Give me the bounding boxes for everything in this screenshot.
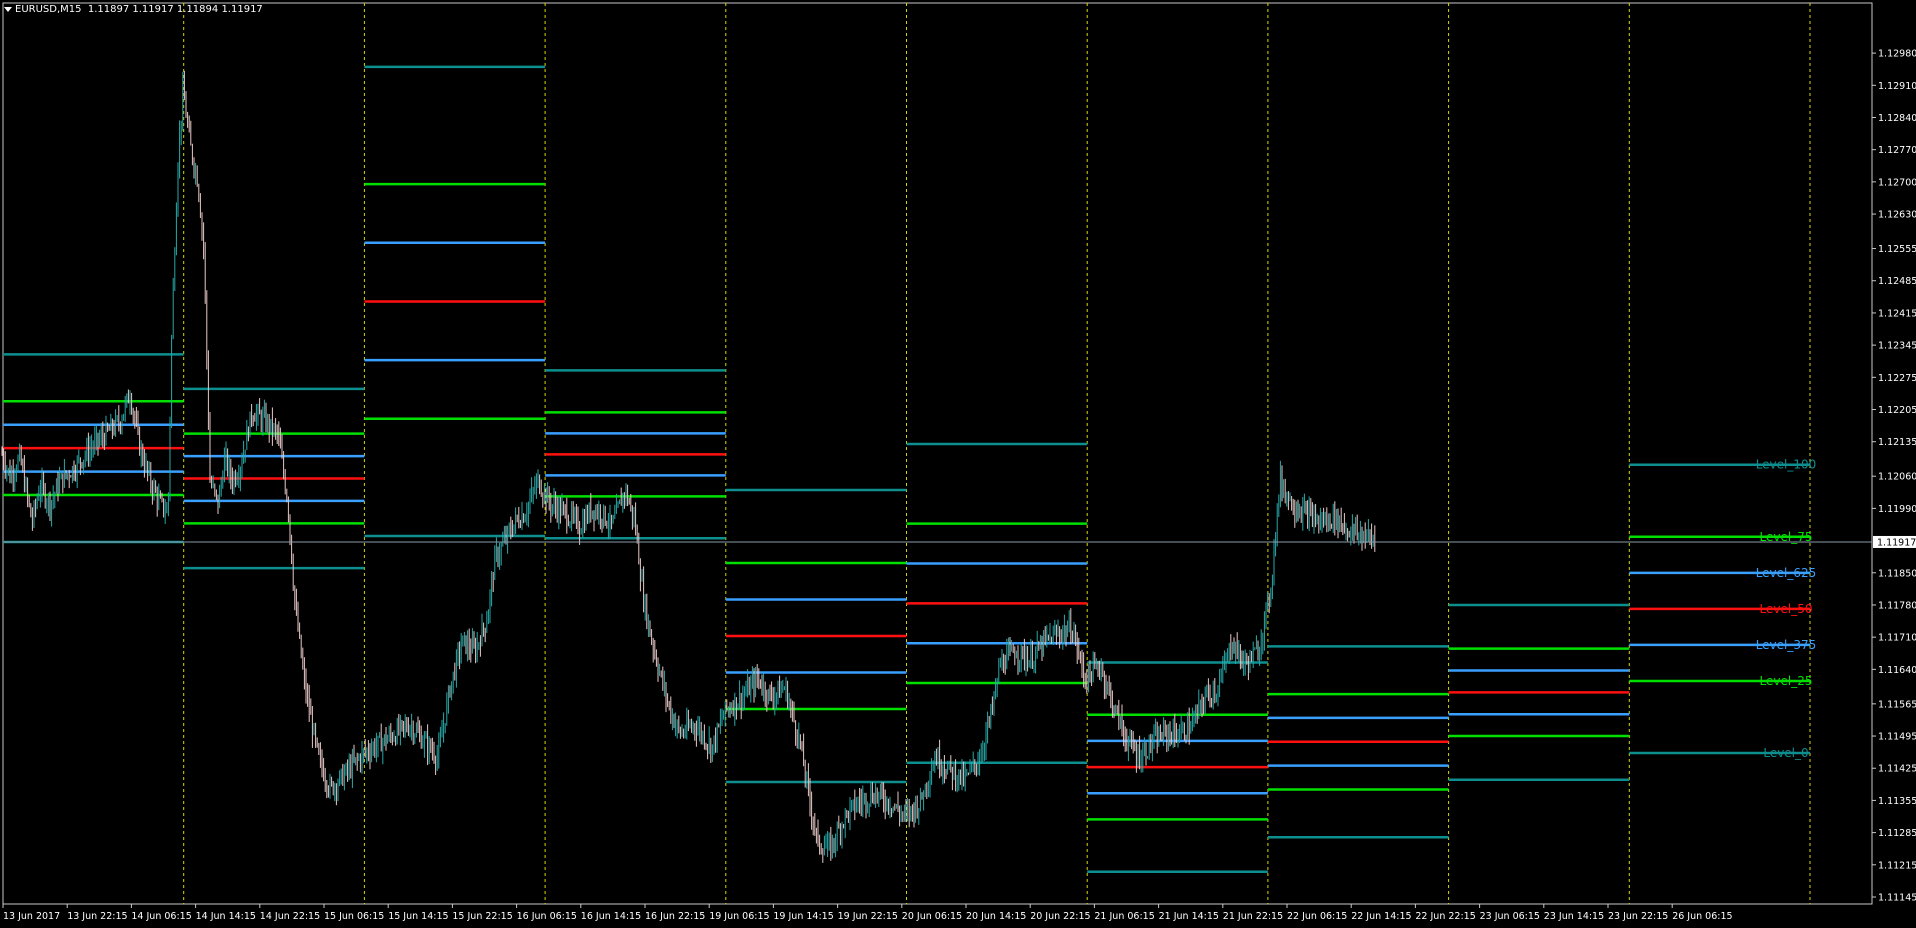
y-tick-label: 1.12275	[1878, 373, 1916, 384]
y-tick-label: 1.12630	[1878, 210, 1916, 221]
y-tick-label: 1.11990	[1878, 504, 1916, 515]
x-tick-label: 14 Jun 14:15	[196, 911, 256, 922]
symbol-label: EURUSD,M15	[15, 4, 82, 15]
y-tick-label: 1.11425	[1878, 764, 1916, 775]
x-tick-label: 16 Jun 06:15	[517, 911, 577, 922]
x-tick-label: 23 Jun 22:15	[1608, 911, 1668, 922]
y-tick-label: 1.11917	[1877, 537, 1916, 548]
x-tick-label: 22 Jun 22:15	[1415, 911, 1475, 922]
level-label: Level_50	[1760, 602, 1813, 616]
y-tick-label: 1.12980	[1878, 49, 1916, 60]
ohlc-readout: 1.11897 1.11917 1.11894 1.11917	[87, 4, 263, 15]
y-tick-label: 1.12485	[1878, 276, 1916, 287]
x-tick-label: 13 Jun 2017	[3, 911, 60, 922]
y-tick-label: 1.11495	[1878, 732, 1916, 743]
level-label: Level_25	[1760, 674, 1813, 688]
y-tick-label: 1.11850	[1878, 568, 1916, 579]
x-tick-label: 21 Jun 22:15	[1223, 911, 1283, 922]
y-tick-label: 1.12555	[1878, 244, 1916, 255]
y-tick-label: 1.11710	[1878, 633, 1916, 644]
dropdown-triangle-icon[interactable]	[4, 6, 12, 12]
x-tick-label: 13 Jun 22:15	[67, 911, 127, 922]
x-tick-label: 14 Jun 22:15	[260, 911, 320, 922]
chart[interactable]: Level_100 Level_75 Level_625 Level_50 Level_…	[0, 0, 1916, 924]
y-tick-label: 1.11355	[1878, 796, 1916, 807]
x-tick-label: 22 Jun 14:15	[1351, 911, 1411, 922]
level-label: Level_0	[1763, 746, 1808, 760]
chart-header: EURUSD,M15 1.11897 1.11917 1.11894 1.119…	[4, 4, 263, 15]
y-tick-label: 1.11780	[1878, 600, 1916, 611]
x-tick-label: 16 Jun 22:15	[645, 911, 705, 922]
x-tick-label: 23 Jun 06:15	[1480, 911, 1540, 922]
x-tick-label: 14 Jun 06:15	[131, 911, 191, 922]
y-tick-label: 1.12205	[1878, 405, 1916, 416]
y-tick-label: 1.11215	[1878, 860, 1916, 871]
y-tick-label: 1.11565	[1878, 699, 1916, 710]
x-tick-label: 20 Jun 14:15	[966, 911, 1026, 922]
y-tick-label: 1.12415	[1878, 308, 1916, 319]
level-label: Level_100	[1756, 458, 1817, 472]
y-tick-label: 1.12060	[1878, 472, 1916, 483]
x-tick-label: 19 Jun 22:15	[838, 911, 898, 922]
y-tick-label: 1.12135	[1878, 437, 1916, 448]
x-tick-label: 15 Jun 14:15	[388, 911, 448, 922]
level-label: Level_75	[1760, 530, 1813, 544]
y-tick-label: 1.12770	[1878, 145, 1916, 156]
y-tick-label: 1.11640	[1878, 665, 1916, 676]
y-tick-label: 1.12840	[1878, 113, 1916, 124]
y-tick-label: 1.12345	[1878, 341, 1916, 352]
y-tick-label: 1.12700	[1878, 177, 1916, 188]
x-tick-label: 15 Jun 06:15	[324, 911, 384, 922]
x-tick-label: 21 Jun 06:15	[1094, 911, 1154, 922]
x-tick-label: 20 Jun 22:15	[1030, 911, 1090, 922]
x-tick-label: 16 Jun 14:15	[581, 911, 641, 922]
level-label: Level_625	[1756, 566, 1817, 580]
level-label: Level_375	[1756, 638, 1817, 652]
x-tick-label: 22 Jun 06:15	[1287, 911, 1347, 922]
y-tick-label: 1.12910	[1878, 81, 1916, 92]
x-tick-label: 20 Jun 06:15	[902, 911, 962, 922]
x-tick-label: 15 Jun 22:15	[452, 911, 512, 922]
x-tick-label: 19 Jun 14:15	[773, 911, 833, 922]
y-tick-label: 1.11145	[1878, 893, 1916, 904]
chart-svg: Level_100 Level_75 Level_625 Level_50 Level_…	[1, 2, 1916, 922]
x-tick-label: 21 Jun 14:15	[1159, 911, 1219, 922]
x-tick-label: 26 Jun 06:15	[1672, 911, 1732, 922]
y-tick-label: 1.11285	[1878, 828, 1916, 839]
x-tick-label: 23 Jun 14:15	[1544, 911, 1604, 922]
x-tick-label: 19 Jun 06:15	[709, 911, 769, 922]
